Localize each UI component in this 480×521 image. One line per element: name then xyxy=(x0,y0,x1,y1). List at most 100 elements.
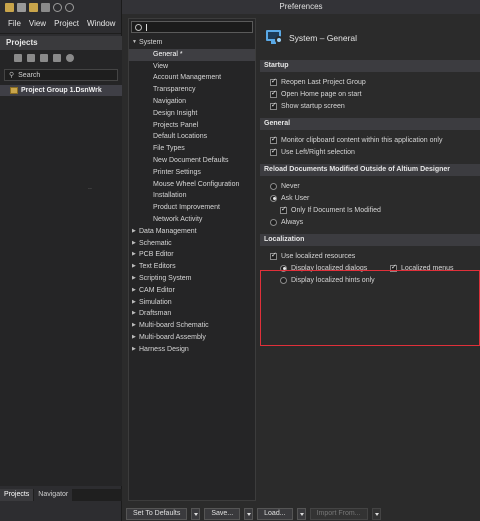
checkbox-checked-icon xyxy=(270,251,277,260)
search-icon: ⚲ xyxy=(9,72,15,79)
preferences-dialog: Preferences ▼ System General * View Account… xyxy=(122,0,480,521)
tree-item[interactable]: Projects Panel xyxy=(129,120,255,132)
preferences-tree: ▼ System General * View Account Management T… xyxy=(129,37,255,356)
tree-item[interactable]: File Types xyxy=(129,143,255,155)
left-right-selection-checkbox[interactable]: Use Left/Right selection xyxy=(260,146,480,158)
tree-node-system[interactable]: ▼ System xyxy=(129,37,255,49)
text-cursor xyxy=(146,24,147,31)
tree-item[interactable]: Installation xyxy=(129,190,255,202)
reload-always-radio[interactable]: Always xyxy=(260,216,480,228)
tree-node[interactable]: ▶ Multi-board Assembly xyxy=(129,332,255,344)
tree-node-label: System xyxy=(139,39,163,46)
tree-node[interactable]: ▶ Multi-board Schematic xyxy=(129,320,255,332)
tree-item[interactable]: Product Improvement xyxy=(129,202,255,214)
section-startup: Startup xyxy=(260,60,480,72)
projects-search-input[interactable]: ⚲ Search xyxy=(4,69,118,81)
section-general: General xyxy=(260,118,480,130)
tree-node[interactable]: ▶ Data Management xyxy=(129,226,255,238)
only-if-modified-checkbox[interactable]: Only If Document Is Modified xyxy=(260,204,480,216)
tree-item[interactable]: New Document Defaults xyxy=(129,155,255,167)
checkbox-checked-icon xyxy=(280,205,287,214)
display-localized-dialogs-radio[interactable]: Display localized dialogs xyxy=(260,262,380,274)
set-to-defaults-button[interactable]: Set To Defaults xyxy=(126,507,188,520)
tree-node[interactable]: ▶ Schematic xyxy=(129,238,255,250)
tab-navigator[interactable]: Navigator xyxy=(34,489,73,501)
tree-node-label: CAM Editor xyxy=(139,286,175,294)
tree-node[interactable]: ▶ PCB Editor xyxy=(129,249,255,261)
import-from-button[interactable]: Import From... xyxy=(309,507,368,520)
project-options-icon[interactable] xyxy=(40,54,48,62)
collapsed-arrow-icon: ▶ xyxy=(132,333,136,340)
reopen-last-project-checkbox[interactable]: Reopen Last Project Group xyxy=(260,76,480,88)
tree-item[interactable]: Default Locations xyxy=(129,131,255,143)
save-dropdown[interactable] xyxy=(244,507,254,520)
collapsed-arrow-icon: ▶ xyxy=(132,298,136,305)
tree-node-label: Multi-board Schematic xyxy=(139,322,209,330)
tree-item[interactable]: General * xyxy=(129,48,255,61)
tree-item-label: Printer Settings xyxy=(153,168,201,176)
tree-node[interactable]: ▶ CAM Editor xyxy=(129,285,255,297)
option-label: Monitor clipboard content within this ap… xyxy=(281,136,443,144)
radio-icon xyxy=(280,276,287,284)
open-folder-icon[interactable] xyxy=(29,2,38,12)
tree-node[interactable]: ▶ Text Editors xyxy=(129,261,255,273)
tree-node-label: Harness Design xyxy=(139,345,189,353)
redo-icon[interactable] xyxy=(65,2,74,12)
option-label: Reopen Last Project Group xyxy=(281,78,366,86)
load-dropdown[interactable] xyxy=(296,507,306,520)
section-localization: Localization xyxy=(260,234,480,246)
radio-selected-icon xyxy=(280,264,287,272)
tree-item[interactable]: Transparency xyxy=(129,84,255,96)
menu-bar: File View Project Window xyxy=(0,14,121,34)
settings-pane: System – General Startup Reopen Last Pro… xyxy=(260,18,480,501)
monitor-clipboard-checkbox[interactable]: Monitor clipboard content within this ap… xyxy=(260,134,480,146)
tree-node[interactable]: ▶ Draftsman xyxy=(129,308,255,320)
option-label: Always xyxy=(281,218,304,226)
tree-item[interactable]: Printer Settings xyxy=(129,167,255,179)
undo-icon[interactable] xyxy=(53,2,62,12)
project-group-item[interactable]: Project Group 1.DsnWrk xyxy=(0,85,122,96)
reload-ask-user-radio[interactable]: Ask User xyxy=(260,192,480,204)
settings-gear-icon[interactable] xyxy=(66,54,74,62)
option-label: Ask User xyxy=(281,194,310,202)
save-project-icon[interactable] xyxy=(14,54,22,62)
tree-node[interactable]: ▶ Harness Design xyxy=(129,344,255,356)
menu-window[interactable]: Window xyxy=(83,19,119,28)
collapsed-arrow-icon: ▶ xyxy=(132,227,136,234)
tab-projects[interactable]: Projects xyxy=(0,489,34,501)
display-localized-hints-radio[interactable]: Display localized hints only xyxy=(260,274,480,286)
tree-node[interactable]: ▶ Scripting System xyxy=(129,273,255,285)
reload-never-radio[interactable]: Never xyxy=(260,180,480,192)
save-button[interactable]: Save... xyxy=(204,507,241,520)
import-from-dropdown[interactable] xyxy=(371,507,381,520)
open-home-page-checkbox[interactable]: Open Home page on start xyxy=(260,88,480,100)
tree-item[interactable]: Account Management xyxy=(129,72,255,84)
checkbox-checked-icon xyxy=(270,77,277,86)
tree-item[interactable]: Mouse Wheel Configuration xyxy=(129,179,255,191)
localization-options-row: Display localized dialogs Localized menu… xyxy=(260,262,480,274)
menu-view[interactable]: View xyxy=(25,19,50,28)
set-to-defaults-dropdown[interactable] xyxy=(191,507,201,520)
preferences-search-input[interactable] xyxy=(131,21,253,33)
tree-item[interactable]: Network Activity xyxy=(129,214,255,226)
tree-item[interactable]: Design Insight xyxy=(129,108,255,120)
load-button[interactable]: Load... xyxy=(257,507,293,520)
tree-item-label: Default Locations xyxy=(153,133,208,141)
projects-panel: Projects ⚲ Search Project Group 1.DsnWrk… xyxy=(0,36,122,486)
tree-item[interactable]: Navigation xyxy=(129,96,255,108)
compile-icon[interactable] xyxy=(27,54,35,62)
localized-menus-checkbox[interactable]: Localized menus xyxy=(380,262,454,274)
use-localized-resources-checkbox[interactable]: Use localized resources xyxy=(260,250,480,262)
menu-project[interactable]: Project xyxy=(50,19,83,28)
option-label: Use localized resources xyxy=(281,252,356,260)
tree-item-label: Design Insight xyxy=(153,109,198,117)
tree-node[interactable]: ▶ Simulation xyxy=(129,297,255,309)
close-project-icon[interactable] xyxy=(53,54,61,62)
tree-item[interactable]: View xyxy=(129,61,255,73)
menu-file[interactable]: File xyxy=(4,19,25,28)
collapsed-arrow-icon: ▶ xyxy=(132,239,136,246)
show-startup-screen-checkbox[interactable]: Show startup screen xyxy=(260,100,480,112)
save-icon[interactable] xyxy=(41,2,50,12)
search-placeholder: Search xyxy=(18,71,41,79)
new-file-icon[interactable] xyxy=(17,2,26,12)
